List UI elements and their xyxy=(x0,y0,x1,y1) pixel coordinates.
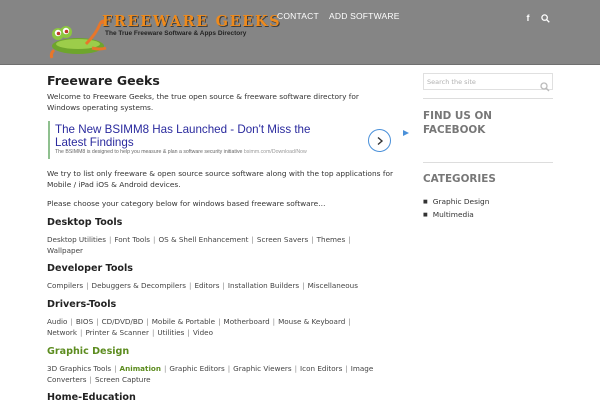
logo-tagline: The True Freeware Software & Apps Direct… xyxy=(105,30,247,37)
category-link[interactable]: Editors xyxy=(194,281,219,290)
category-link[interactable]: Motherboard xyxy=(224,317,270,326)
category-link[interactable]: Screen Savers xyxy=(257,235,308,244)
category-link[interactable]: Debuggers & Decompilers xyxy=(92,281,186,290)
ad-description: The BSIMM8 is designed to help you measu… xyxy=(55,149,307,155)
choose-category-text: Please choose your category below for wi… xyxy=(47,199,326,208)
category-link-active[interactable]: Animation xyxy=(120,364,161,373)
category-link[interactable]: Audio xyxy=(47,317,67,326)
category-link[interactable]: OS & Shell Enhancement xyxy=(158,235,248,244)
category-heading-graphic-design[interactable]: Graphic Design xyxy=(47,346,129,357)
frog-logo-icon xyxy=(49,19,107,59)
intro-text: Welcome to Freeware Geeks, the true open… xyxy=(47,92,359,112)
category-link[interactable]: Mouse & Keyboard xyxy=(278,317,345,326)
description-text: We try to list only freeware & open sour… xyxy=(47,169,394,189)
category-link[interactable]: Installation Builders xyxy=(228,281,299,290)
link-separator: | xyxy=(86,281,89,290)
chevron-right-icon xyxy=(377,136,383,145)
facebook-icon[interactable]: f xyxy=(521,11,535,25)
ad-arrow-button[interactable] xyxy=(368,129,391,152)
category-link[interactable]: BIOS xyxy=(76,317,93,326)
link-separator: | xyxy=(251,235,254,244)
link-separator: | xyxy=(272,317,276,326)
ad-banner[interactable]: The New BSIMM8 Has Launched - Don't Miss… xyxy=(48,121,409,159)
category-link[interactable]: Icon Editors xyxy=(300,364,342,373)
category-link[interactable]: CD/DVD/BD xyxy=(102,317,144,326)
link-separator: | xyxy=(311,235,314,244)
category-heading-drivers-tools[interactable]: Drivers-Tools xyxy=(47,299,116,310)
link-separator: | xyxy=(70,317,73,326)
link-separator: | xyxy=(345,364,348,373)
search-icon[interactable] xyxy=(538,11,552,25)
category-link[interactable]: Video xyxy=(193,328,213,337)
link-separator: | xyxy=(302,281,305,290)
divider xyxy=(423,162,553,163)
category-link[interactable]: Desktop Utilities xyxy=(47,235,106,244)
link-separator: | xyxy=(89,375,92,384)
category-heading-home-education[interactable]: Home-Education xyxy=(47,392,136,400)
site-logo[interactable]: FREEWARE GEEKS The True Freeware Softwar… xyxy=(48,4,280,60)
ad-description-text: The BSIMM8 is designed to help you measu… xyxy=(55,149,243,155)
category-link[interactable]: Mobile & Portable xyxy=(152,317,215,326)
page-title: Freeware Geeks xyxy=(47,73,160,88)
sidebar-category-list: Graphic Design Multimedia xyxy=(423,196,490,222)
ad-headline[interactable]: The New BSIMM8 Has Launched - Don't Miss… xyxy=(55,123,345,149)
ad-url[interactable]: bsimm.com/Download/Now xyxy=(244,149,307,155)
link-separator: | xyxy=(348,317,351,326)
category-link[interactable]: Wallpaper xyxy=(47,246,83,255)
sidebar-search-box xyxy=(423,73,553,92)
category-links-graphic-design: 3D Graphics Tools | Animation | Graphic Edit… xyxy=(47,363,397,385)
site-header: FREEWARE GEEKS The True Freeware Softwar… xyxy=(0,0,600,65)
link-separator: | xyxy=(227,364,231,373)
search-icon[interactable] xyxy=(540,77,550,92)
link-separator: | xyxy=(187,328,190,337)
category-links-drivers-tools: Audio | BIOS | CD/DVD/BD | Mobile & Portable | M… xyxy=(47,316,397,338)
category-link[interactable]: Miscellaneous xyxy=(308,281,358,290)
category-link[interactable]: Network xyxy=(47,328,77,337)
ad-choices-icon[interactable] xyxy=(403,121,409,136)
category-link[interactable]: Screen Capture xyxy=(95,375,151,384)
link-separator: | xyxy=(96,317,99,326)
find-us-facebook-heading: FIND US ON FACEBOOK xyxy=(423,110,492,136)
sidebar-category-item[interactable]: Multimedia xyxy=(423,209,489,222)
category-link[interactable]: Printer & Scanner xyxy=(85,328,149,337)
search-input[interactable] xyxy=(427,76,535,87)
category-link[interactable]: Themes xyxy=(317,235,346,244)
link-separator: | xyxy=(218,317,221,326)
divider xyxy=(423,98,553,99)
category-heading-developer-tools[interactable]: Developer Tools xyxy=(47,263,133,274)
logo-title: FREEWARE GEEKS xyxy=(102,13,282,30)
link-separator: | xyxy=(222,281,225,290)
link-separator: | xyxy=(294,364,298,373)
category-link[interactable]: 3D Graphics Tools xyxy=(47,364,111,373)
link-separator: | xyxy=(146,317,149,326)
category-link[interactable]: Compilers xyxy=(47,281,83,290)
main-content: Freeware Geeks Welcome to Freeware Geeks… xyxy=(47,73,409,400)
category-links-desktop-tools: Desktop Utilities | Font Tools | OS & Shell … xyxy=(47,234,397,256)
category-link[interactable]: Utilities xyxy=(157,328,184,337)
link-separator: | xyxy=(114,364,117,373)
nav-contact-link[interactable]: CONTACT xyxy=(277,11,319,21)
sidebar-categories-heading: CATEGORIES xyxy=(423,173,496,185)
sidebar-category-item[interactable]: Graphic Design xyxy=(423,196,490,209)
category-heading-desktop-tools[interactable]: Desktop Tools xyxy=(47,217,122,228)
category-link[interactable]: Graphic Viewers xyxy=(233,364,291,373)
category-link[interactable]: Font Tools xyxy=(114,235,150,244)
category-links-developer-tools: Compilers | Debuggers & Decompilers | Editor… xyxy=(47,280,397,291)
nav-add-software-link[interactable]: ADD SOFTWARE xyxy=(329,11,400,21)
link-separator: | xyxy=(348,235,351,244)
category-link[interactable]: Graphic Editors xyxy=(169,364,224,373)
